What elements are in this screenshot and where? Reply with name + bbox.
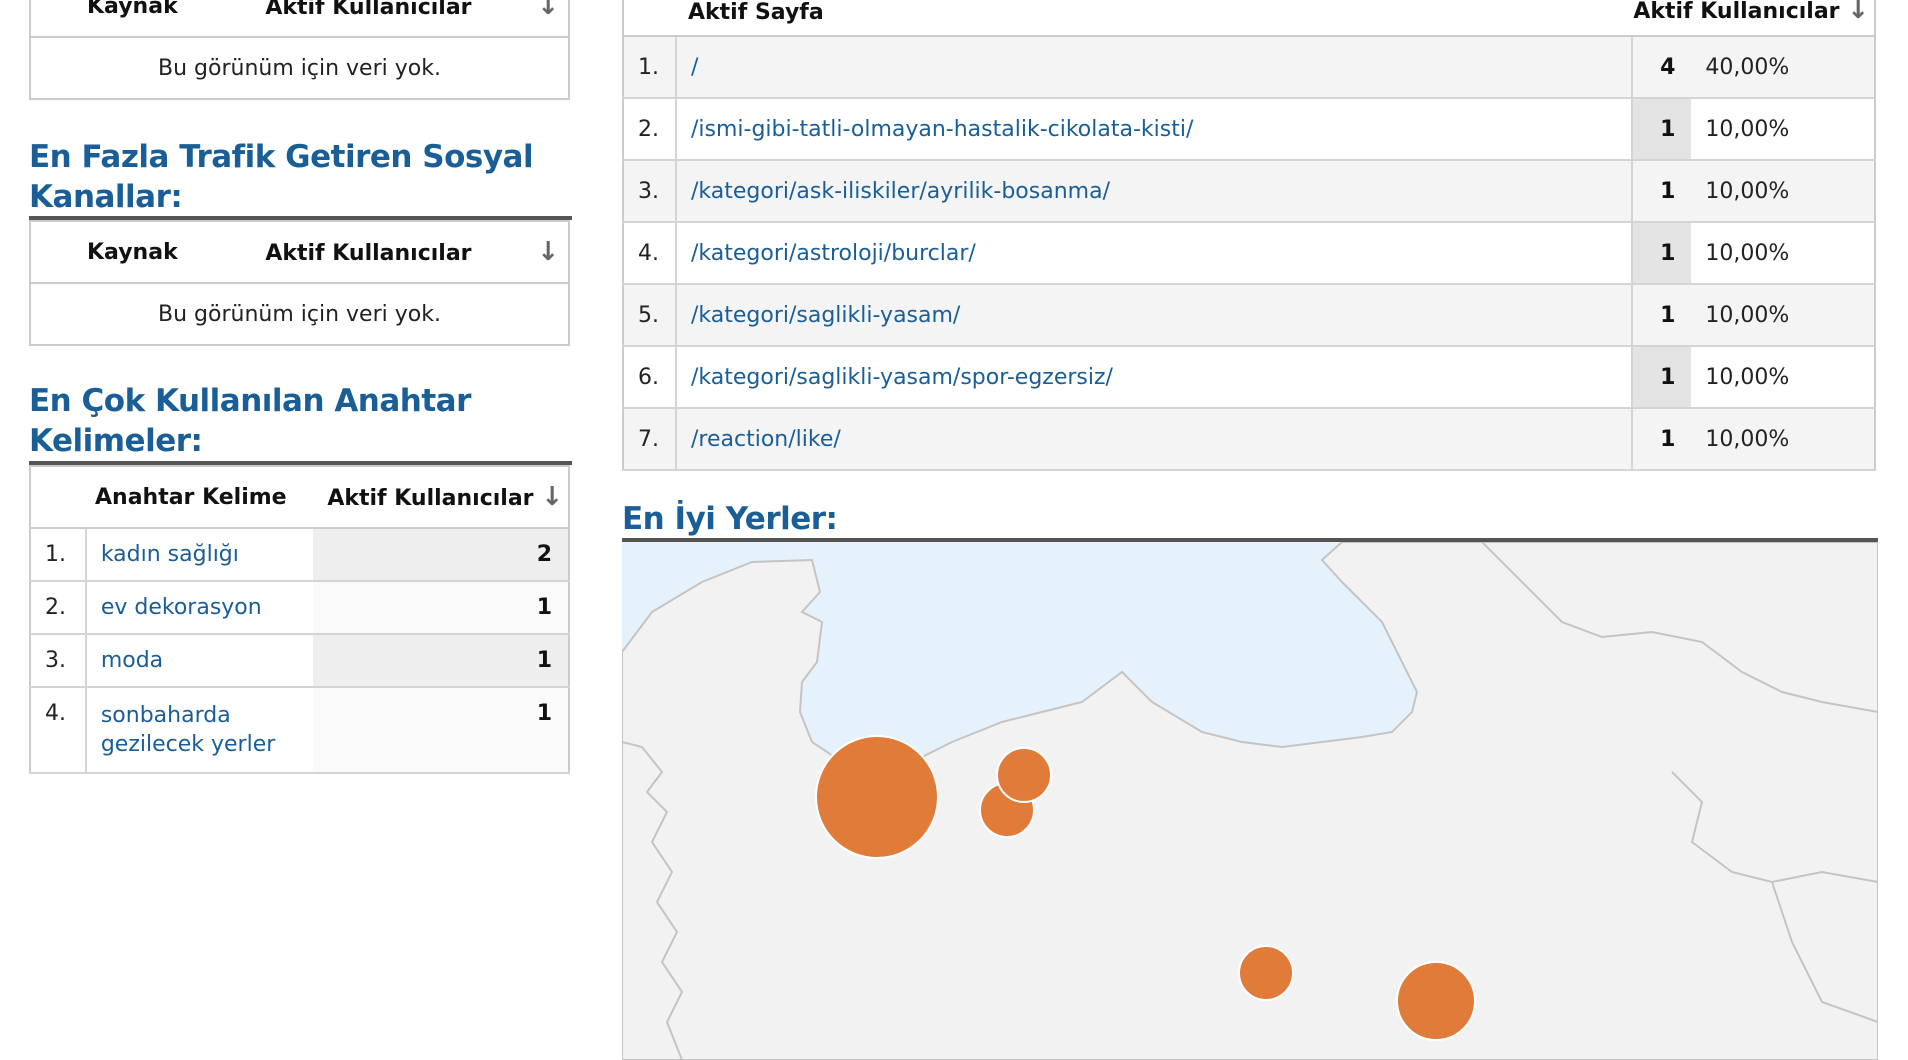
empty-message: Bu görünüm için veri yok. [158, 55, 441, 81]
active-users-count: 1 [313, 634, 569, 688]
row-number: 3. [30, 634, 87, 688]
table-row: 7. /reaction/like/ 1 10,00% [623, 408, 1875, 471]
locations-map[interactable] [622, 542, 1878, 1060]
row-number: 6. [623, 346, 677, 409]
table-row: 1. / 4 40,00% [623, 36, 1875, 99]
page-path-link[interactable]: /kategori/ask-iliskiler/ayrilik-bosanma/ [676, 160, 1634, 223]
table-header-row: Kaynak Aktif Kullanıcılar ↓ [30, 221, 569, 284]
col-header-active-users[interactable]: Aktif Kullanıcılar ↓ [1632, 0, 1875, 37]
sort-desc-icon[interactable]: ↓ [541, 482, 563, 512]
location-bubble[interactable] [815, 735, 939, 859]
page-path-link[interactable]: /kategori/astroloji/burclar/ [676, 222, 1634, 285]
active-users-percent: 10,00% [1691, 346, 1875, 409]
row-number: 2. [30, 581, 87, 635]
active-users-percent: 10,00% [1691, 284, 1875, 347]
table-row: 2. ev dekorasyon 1 [30, 581, 569, 635]
keyword-link[interactable]: sonbaharda gezilecek yerler [85, 687, 314, 774]
active-users-count: 1 [313, 687, 569, 774]
page-path-link[interactable]: / [676, 36, 1634, 99]
table-row: Bu görünüm için veri yok. [30, 283, 569, 345]
col-header-active-users[interactable]: Aktif Kullanıcılar ↓ [206, 0, 569, 38]
top-locations-title: En İyi Yerler: [622, 501, 838, 537]
table-header-row: Kaynak Aktif Kullanıcılar ↓ [30, 0, 569, 38]
keyword-link[interactable]: moda [85, 634, 314, 688]
row-number: 4. [30, 687, 87, 774]
row-number: 1. [30, 528, 87, 582]
col-header-active-users[interactable]: Aktif Kullanıcılar ↓ [206, 221, 569, 284]
location-bubble[interactable] [1396, 961, 1476, 1041]
col-header-keyword[interactable]: Anahtar Kelime [30, 466, 314, 529]
row-number: 5. [623, 284, 677, 347]
map-svg[interactable] [622, 542, 1878, 1060]
active-users-count: 1 [1632, 284, 1692, 347]
active-users-count: 1 [1632, 346, 1692, 409]
table-row: 4. /kategori/astroloji/burclar/ 1 10,00% [623, 222, 1875, 285]
active-users-count: 1 [1632, 408, 1692, 471]
active-users-percent: 10,00% [1691, 408, 1875, 471]
active-users-count: 4 [1632, 36, 1692, 99]
page-path-link[interactable]: /kategori/saglikli-yasam/ [676, 284, 1634, 347]
social-channels-title: En Fazla Trafik Getiren Sosyal Kanallar: [29, 139, 534, 215]
page-path-link[interactable]: /ismi-gibi-tatli-olmayan-hastalik-cikola… [676, 98, 1634, 161]
table-row: 1. kadın sağlığı 2 [30, 528, 569, 582]
active-users-percent: 10,00% [1691, 98, 1875, 161]
top-keywords-table: Anahtar Kelime Aktif Kullanıcılar ↓ 1. k… [29, 465, 570, 774]
table-row: 4. sonbaharda gezilecek yerler 1 [30, 687, 569, 774]
top-keywords-title: En Çok Kullanılan Anahtar Kelimeler: [29, 383, 471, 459]
keyword-link[interactable]: kadın sağlığı [85, 528, 314, 582]
row-number: 7. [623, 408, 677, 471]
active-users-count: 1 [313, 581, 569, 635]
table-row: 2. /ismi-gibi-tatli-olmayan-hastalik-cik… [623, 98, 1875, 161]
sort-desc-icon[interactable]: ↓ [537, 237, 559, 267]
row-number: 3. [623, 160, 677, 223]
active-users-count: 2 [313, 528, 569, 582]
social-channels-table: Kaynak Aktif Kullanıcılar ↓ Bu görünüm i… [29, 220, 570, 346]
active-pages-table: Aktif Sayfa Aktif Kullanıcılar ↓ 1. / 4 … [622, 0, 1876, 471]
col-header-active-users[interactable]: Aktif Kullanıcılar ↓ [313, 466, 569, 529]
sort-desc-icon[interactable]: ↓ [1847, 0, 1869, 25]
table-row: 3. /kategori/ask-iliskiler/ayrilik-bosan… [623, 160, 1875, 223]
table-row: 6. /kategori/saglikli-yasam/spor-egzersi… [623, 346, 1875, 409]
active-users-percent: 40,00% [1691, 36, 1875, 99]
sort-desc-icon[interactable]: ↓ [537, 0, 559, 21]
location-bubble[interactable] [1238, 945, 1294, 1001]
table-row: Bu görünüm için veri yok. [30, 37, 569, 99]
active-users-percent: 10,00% [1691, 160, 1875, 223]
keyword-link[interactable]: ev dekorasyon [85, 581, 314, 635]
table-row: 3. moda 1 [30, 634, 569, 688]
table-row: 5. /kategori/saglikli-yasam/ 1 10,00% [623, 284, 1875, 347]
col-header-source[interactable]: Kaynak [30, 221, 207, 284]
empty-message: Bu görünüm için veri yok. [158, 301, 441, 327]
page-path-link[interactable]: /kategori/saglikli-yasam/spor-egzersiz/ [676, 346, 1634, 409]
referral-sources-table: Kaynak Aktif Kullanıcılar ↓ Bu görünüm i… [29, 0, 570, 100]
col-header-active-page[interactable]: Aktif Sayfa [623, 0, 1633, 37]
active-users-count: 1 [1632, 98, 1692, 161]
active-users-percent: 10,00% [1691, 222, 1875, 285]
active-users-count: 1 [1632, 160, 1692, 223]
table-header-row: Anahtar Kelime Aktif Kullanıcılar ↓ [30, 466, 569, 529]
table-header-row: Aktif Sayfa Aktif Kullanıcılar ↓ [623, 0, 1875, 37]
row-number: 1. [623, 36, 677, 99]
row-number: 4. [623, 222, 677, 285]
location-bubble[interactable] [996, 747, 1052, 803]
active-users-count: 1 [1632, 222, 1692, 285]
page-path-link[interactable]: /reaction/like/ [676, 408, 1634, 471]
col-header-source[interactable]: Kaynak [30, 0, 207, 38]
row-number: 2. [623, 98, 677, 161]
